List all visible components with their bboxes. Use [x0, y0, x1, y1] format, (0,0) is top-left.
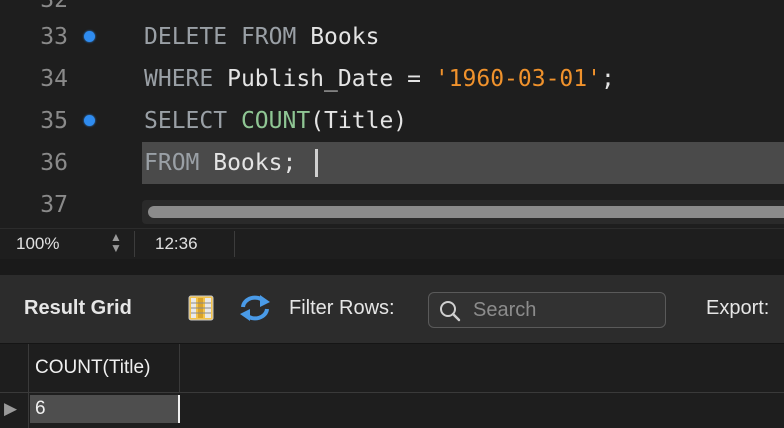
- line-number: 36: [40, 150, 68, 176]
- status-divider: [234, 231, 235, 257]
- scrollbar-thumb[interactable]: [148, 206, 784, 218]
- cursor-position: 12:36: [155, 234, 198, 253]
- statement-marker-icon: [84, 115, 95, 126]
- table-cell[interactable]: 6: [30, 395, 180, 423]
- code-text: DELETE FROM Books: [144, 24, 380, 50]
- table-row[interactable]: ▶ 6: [0, 393, 784, 428]
- export-label: Export:: [706, 297, 770, 319]
- grid-header-row: COUNT(Title): [0, 344, 784, 393]
- zoom-stepper-icon[interactable]: ▲ ▼: [106, 231, 126, 256]
- line-number: 35: [40, 108, 68, 134]
- column-header-count-title[interactable]: COUNT(Title): [30, 344, 180, 392]
- row-gutter-divider: [28, 393, 29, 428]
- row-header-gutter: [0, 344, 29, 392]
- result-grid-icon[interactable]: [188, 295, 214, 321]
- status-divider: [134, 231, 135, 257]
- code-line-35[interactable]: 35 SELECT COUNT(Title): [0, 100, 784, 142]
- code-text: WHERE Publish_Date = '1960-03-01';: [144, 66, 615, 92]
- filter-rows-label: Filter Rows:: [289, 297, 395, 319]
- editor-status-bar: 100% ▲ ▼ 12:36: [0, 228, 784, 259]
- code-text: FROM Books;: [144, 150, 297, 176]
- code-text: SELECT COUNT(Title): [144, 108, 408, 134]
- filter-search-box[interactable]: [428, 292, 666, 328]
- horizontal-scrollbar[interactable]: [142, 200, 784, 224]
- text-cursor: [315, 149, 318, 177]
- statement-marker-icon: [84, 31, 95, 42]
- code-line-33[interactable]: 33 DELETE FROM Books: [0, 16, 784, 58]
- refresh-icon[interactable]: [238, 293, 272, 323]
- result-toolbar: Result Grid Filter Rows: Expo: [0, 275, 784, 344]
- code-line-34[interactable]: 34 WHERE Publish_Date = '1960-03-01';: [0, 58, 784, 100]
- result-grid[interactable]: COUNT(Title) ▶ 6: [0, 344, 784, 428]
- code-line-36[interactable]: 36 FROM Books;: [0, 142, 784, 184]
- search-icon: [439, 300, 461, 322]
- search-input[interactable]: [473, 298, 653, 322]
- current-row-arrow-icon: ▶: [4, 399, 18, 418]
- line-number: 33: [40, 24, 68, 50]
- panel-divider: [0, 259, 784, 275]
- sql-editor[interactable]: 32 33 DELETE FROM Books 34 WHERE Publish…: [0, 0, 784, 228]
- line-number: 37: [40, 192, 68, 218]
- zoom-level[interactable]: 100%: [16, 234, 59, 254]
- line-number: 34: [40, 66, 68, 92]
- result-grid-label: Result Grid: [24, 297, 132, 319]
